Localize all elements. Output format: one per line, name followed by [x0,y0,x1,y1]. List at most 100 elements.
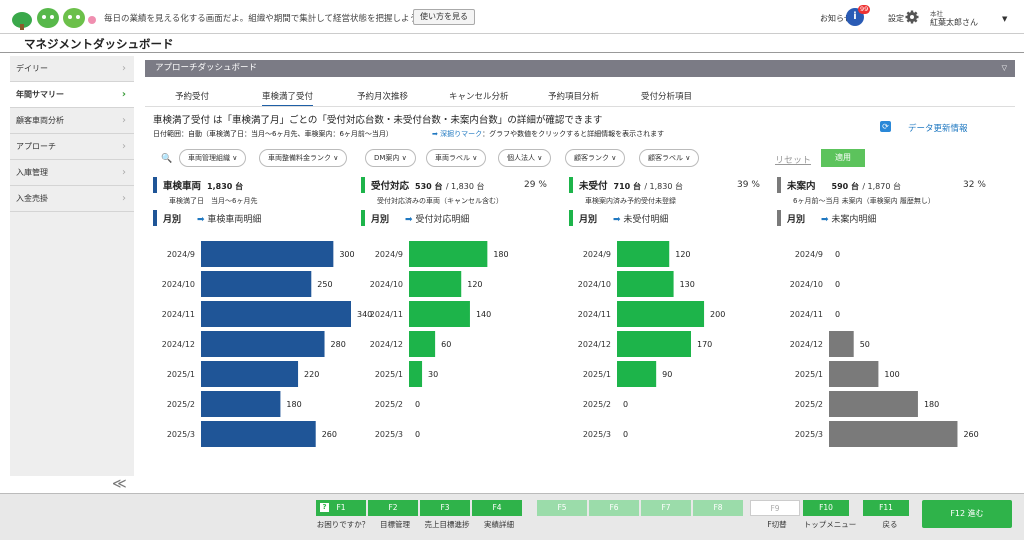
panel-collapse-icon[interactable]: ▽ [1002,60,1007,77]
value-label[interactable]: 0 [623,430,628,439]
value-label[interactable]: 0 [835,250,840,259]
fkey-f10[interactable]: F10 [803,500,849,516]
value-label[interactable]: 0 [415,430,420,439]
card-title[interactable]: 受付対応 530 台 / 1,830 台 [371,178,485,192]
value-label[interactable]: 200 [710,310,725,319]
bar[interactable] [829,391,918,417]
bar[interactable] [829,331,854,357]
bar[interactable] [201,241,334,267]
gear-icon[interactable] [905,10,919,24]
chart-inspection-vehicles[interactable]: 2024/9 3002024/10 2502024/11 3402024/12 2802… [153,237,373,477]
value-label[interactable]: 120 [675,250,690,259]
value-label[interactable]: 260 [322,430,337,439]
f12-next-button[interactable]: F12 進む [922,500,1012,528]
value-label[interactable]: 60 [441,340,451,349]
value-label[interactable]: 100 [884,370,899,379]
tab-reservation[interactable]: 予約受付 [175,90,209,102]
bar[interactable] [617,241,670,267]
bar[interactable] [617,331,691,357]
apply-button[interactable]: 適用 [821,149,865,167]
fkey-f11[interactable]: F11 [863,500,909,516]
chart-not-notified[interactable]: 2024/9 0 2024/10 0 2024/11 0 2024/12 50 2025/1 10… [777,237,997,477]
sidebar-item-annual-summary[interactable]: 年間サマリー › [10,82,134,108]
value-label[interactable]: 140 [476,310,491,319]
value-label[interactable]: 280 [331,340,346,349]
value-label[interactable]: 90 [662,370,672,379]
tab-cancel-analysis[interactable]: キャンセル分析 [449,90,509,102]
bar[interactable] [201,271,312,297]
value-label[interactable]: 250 [317,280,332,289]
detail-link[interactable]: ➡ 未受付明細 [613,212,668,225]
sidebar-item-daily[interactable]: デイリー › [10,56,134,82]
bar[interactable] [201,391,281,417]
howto-button[interactable]: 使い方を見る [413,9,475,25]
bar[interactable] [201,361,299,387]
bar[interactable] [201,331,325,357]
sidebar-item-approach[interactable]: アプローチ › [10,134,134,160]
filter-customer-rank[interactable]: 顧客ランク ∨ [565,149,626,167]
value-label[interactable]: 0 [835,280,840,289]
tab-item-analysis[interactable]: 予約項目分析 [548,90,599,102]
fkey-f8[interactable]: F8 [693,500,743,516]
filter-vehicle-org[interactable]: 車両管理組織 ∨ [179,149,247,167]
settings-label[interactable]: 設定 [888,13,904,24]
card-title[interactable]: 車検車両 1,830 台 [163,178,243,192]
fkey-f5[interactable]: F5 [537,500,587,516]
search-icon[interactable]: 🔍 [161,154,172,164]
value-label[interactable]: 0 [835,310,840,319]
tab-reception-items[interactable]: 受付分析項目 [641,90,692,102]
bar[interactable] [617,271,674,297]
card-title[interactable]: 未案内 590 台 / 1,870 台 [787,178,901,192]
detail-link[interactable]: ➡ 受付対応明細 [405,212,469,225]
filter-vehicle-label[interactable]: 車両ラベル ∨ [426,149,487,167]
filter-dm[interactable]: DM案内 ∨ [365,149,416,167]
value-label[interactable]: 120 [467,280,482,289]
value-label[interactable]: 180 [286,400,301,409]
bar[interactable] [201,301,351,327]
data-update-link[interactable]: データ更新情報 [908,122,968,134]
sidebar-item-vehicle-analysis[interactable]: 顧客車両分析 › [10,108,134,134]
value-label[interactable]: 130 [680,280,695,289]
bar[interactable] [409,301,470,327]
filter-individual-corporate[interactable]: 個人法人 ∨ [498,149,552,167]
value-label[interactable]: 0 [415,400,420,409]
bar[interactable] [409,271,462,297]
chart-not-received[interactable]: 2024/9 120 2024/10 130 2024/11 200 2024/12 170 2… [569,237,789,477]
reset-link[interactable]: リセット [775,153,811,166]
bar[interactable] [409,331,436,357]
filter-customer-label[interactable]: 顧客ラベル ∨ [639,149,700,167]
bar[interactable] [617,301,705,327]
refresh-icon[interactable]: ⟳ [880,121,891,132]
bar[interactable] [617,361,657,387]
sidebar-item-receivables[interactable]: 入金売掛 › [10,186,134,212]
sidebar-item-entry-management[interactable]: 入庫管理 › [10,160,134,186]
fkey-f3[interactable]: F3 [420,500,470,516]
tab-monthly-trend[interactable]: 予約月次推移 [357,90,408,102]
value-label[interactable]: 50 [860,340,870,349]
collapse-sidebar-icon[interactable]: ≪ [112,476,127,492]
value-label[interactable]: 300 [339,250,354,259]
value-label[interactable]: 30 [428,370,438,379]
detail-link[interactable]: ➡ 未案内明細 [821,212,876,225]
value-label[interactable]: 0 [623,400,628,409]
bar[interactable] [409,361,423,387]
fkey-f7[interactable]: F7 [641,500,691,516]
tab-inspection-expiry[interactable]: 車検満了受付 [262,90,314,107]
value-label[interactable]: 170 [697,340,712,349]
value-label[interactable]: 180 [493,250,508,259]
user-menu-caret-icon[interactable]: ▼ [1002,15,1007,23]
detail-link[interactable]: ➡ 車検車両明細 [197,212,261,225]
user-name[interactable]: 紅葉太郎さん [930,17,978,28]
bar[interactable] [829,421,958,447]
value-label[interactable]: 260 [963,430,978,439]
filter-maintenance-rank[interactable]: 車両整備料金ランク ∨ [259,149,348,167]
bar[interactable] [201,421,316,447]
card-title[interactable]: 未受付 710 台 / 1,830 台 [579,178,683,192]
chart-reception[interactable]: 2024/9 180 2024/10 120 2024/11 140 2024/12 60 20… [361,237,581,477]
fkey-f2[interactable]: F2 [368,500,418,516]
fkey-f4[interactable]: F4 [472,500,522,516]
bar[interactable] [409,241,488,267]
value-label[interactable]: 220 [304,370,319,379]
fkey-f9[interactable]: F9 [750,500,800,516]
fkey-f6[interactable]: F6 [589,500,639,516]
